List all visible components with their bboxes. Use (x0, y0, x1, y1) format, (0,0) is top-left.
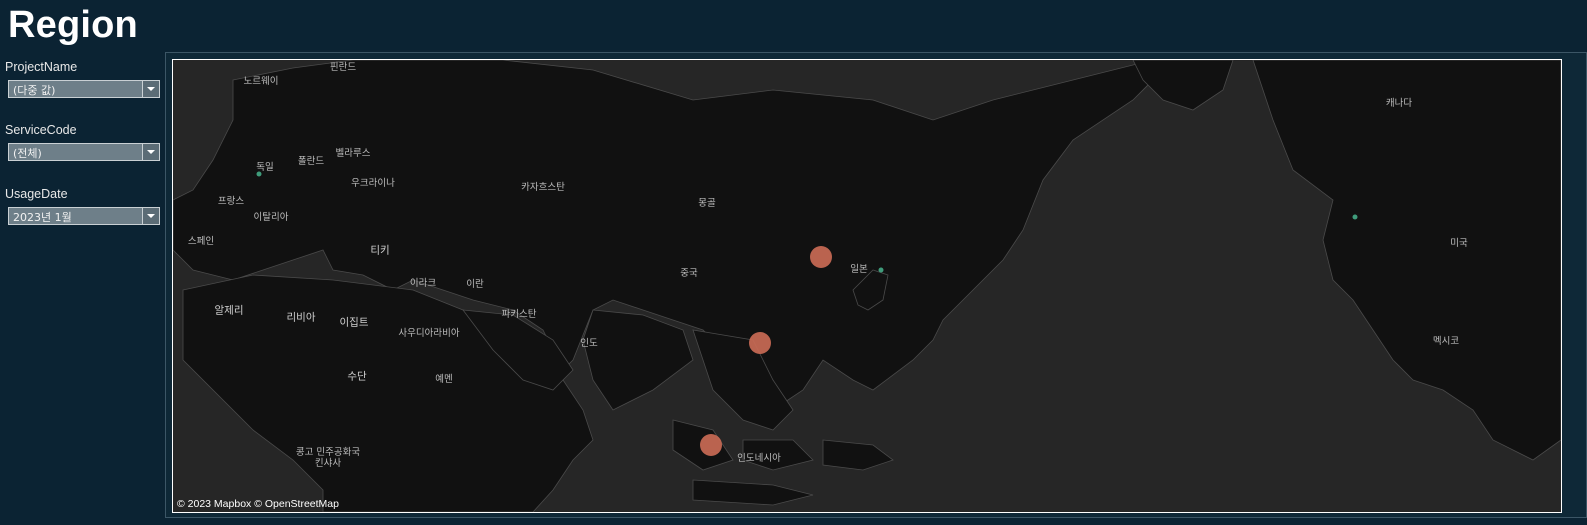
map-label-saudi: 사우디아라비아 (398, 328, 460, 339)
map-label-norway: 노르웨이 (243, 76, 279, 87)
map-dot-usa (1352, 214, 1358, 220)
map-label-iraq: 이라크 (409, 278, 437, 289)
map-label-pakistan: 파키스탄 (501, 309, 537, 320)
map-label-drc: 콩고 민주공화국 킨샤사 (295, 447, 361, 469)
map-dot-germany (256, 171, 262, 177)
map-label-ukraine: 우크라이나 (351, 178, 395, 189)
map-label-belarus: 벨라루스 (335, 148, 371, 159)
map-label-india: 인도 (580, 338, 598, 349)
map-dot-japan (878, 267, 884, 273)
filter-label: ProjectName (5, 60, 78, 74)
map-label-china: 중국 (680, 268, 698, 279)
map-label-mongolia: 몽골 (698, 198, 716, 209)
dropdown-value: 2023년 1월 (13, 211, 72, 224)
page-title: Region (8, 4, 138, 46)
chevron-down-icon[interactable] (142, 81, 159, 97)
chevron-down-icon[interactable] (142, 208, 159, 224)
map-basemap (173, 60, 1561, 512)
dropdown-value: (다중 값) (13, 84, 56, 97)
project-name-dropdown[interactable]: (다중 값) (8, 80, 160, 98)
dropdown-value: (전체) (13, 147, 42, 160)
map-label-mexico: 멕시코 (1432, 336, 1460, 347)
filter-label: ServiceCode (5, 123, 77, 137)
map-label-indonesia: 인도네시아 (737, 453, 781, 464)
map-label-japan: 일본 (850, 264, 868, 275)
map-label-libya: 리비아 (286, 311, 316, 324)
filter-label: UsageDate (5, 187, 68, 201)
map-label-turkey: 티키 (370, 244, 390, 257)
chevron-down-icon[interactable] (142, 144, 159, 160)
usage-date-dropdown[interactable]: 2023년 1월 (8, 207, 160, 225)
map-panel: 노르웨이 핀란드 캐나다 독일 폴란드 벨라루스 우크라이나 카자흐스탄 몽골 … (165, 52, 1587, 518)
map-label-sudan: 수단 (347, 370, 367, 383)
map-label-iran: 이란 (466, 279, 484, 290)
map-mark-seoul[interactable] (810, 246, 832, 268)
map-label-spain: 스페인 (187, 236, 215, 247)
service-code-dropdown[interactable]: (전체) (8, 143, 160, 161)
map-label-yemen: 예멘 (435, 374, 453, 385)
map-label-usa: 미국 (1450, 238, 1468, 249)
map-label-italy: 이탈리아 (253, 212, 289, 223)
map-mark-singapore[interactable] (700, 434, 722, 456)
region-map[interactable]: 노르웨이 핀란드 캐나다 독일 폴란드 벨라루스 우크라이나 카자흐스탄 몽골 … (172, 59, 1562, 513)
filter-project-name: ProjectName (다중 값) (5, 60, 165, 98)
map-attribution: © 2023 Mapbox © OpenStreetMap (177, 498, 339, 510)
filter-usage-date: UsageDate 2023년 1월 (5, 187, 165, 225)
map-label-egypt: 이집트 (339, 316, 369, 329)
map-label-finland: 핀란드 (329, 62, 357, 73)
map-label-france: 프랑스 (217, 196, 245, 207)
map-label-canada: 캐나다 (1385, 98, 1413, 109)
map-mark-hong-kong[interactable] (749, 332, 771, 354)
filter-service-code: ServiceCode (전체) (5, 123, 165, 161)
map-label-kazakhstan: 카자흐스탄 (521, 182, 565, 193)
map-label-poland: 폴란드 (297, 156, 325, 167)
map-label-algeria: 알제리 (214, 304, 244, 317)
